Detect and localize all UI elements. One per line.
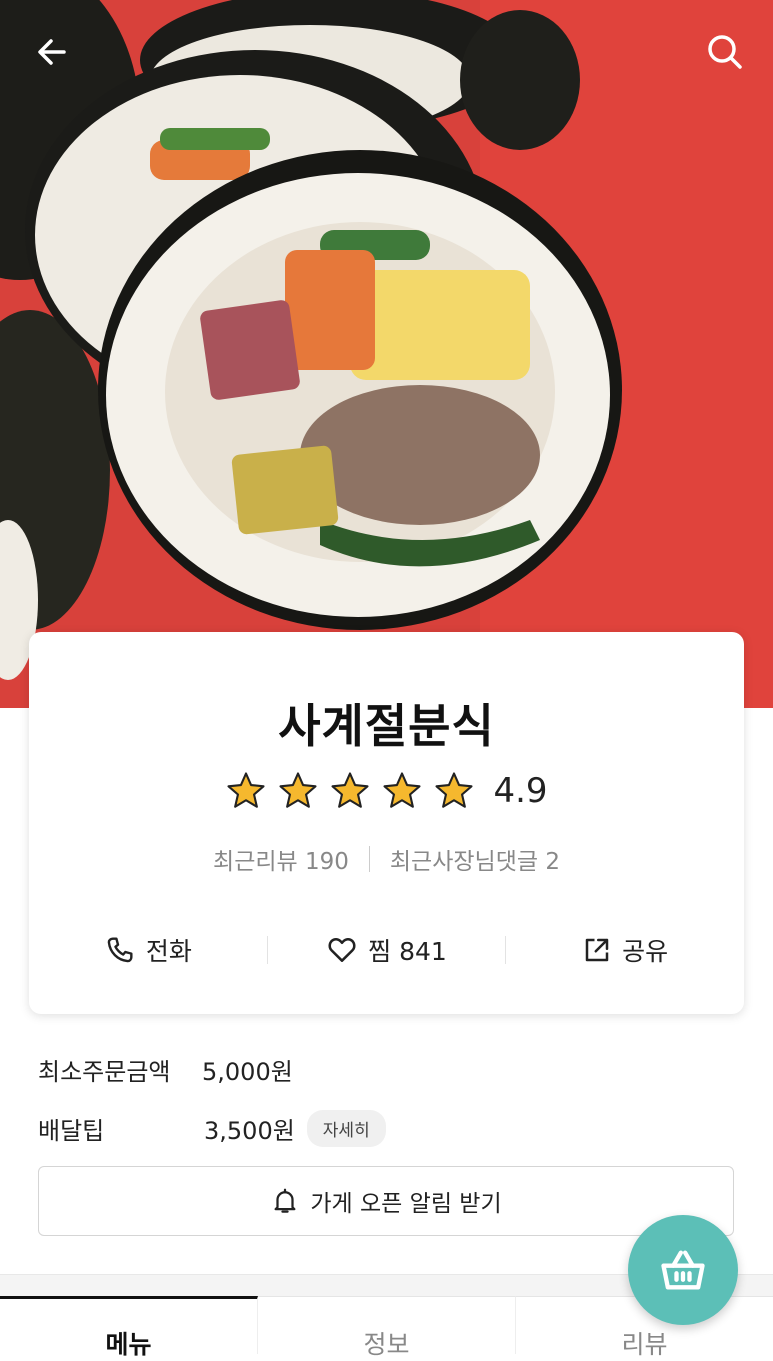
call-label: 전화	[145, 937, 192, 966]
recent-reviews-link[interactable]: 최근리뷰 190	[213, 842, 349, 876]
arrow-left-icon	[38, 39, 66, 65]
star-icon	[383, 772, 422, 808]
favorite-button[interactable]: 찜 841	[268, 920, 506, 980]
divider	[368, 846, 370, 872]
favorite-count: 841	[399, 937, 447, 966]
delivery-tip-value: 3,500원	[204, 1117, 295, 1145]
back-button[interactable]	[28, 28, 76, 76]
store-info-card: 사계절분식 4.9 최근리뷰 190 최근사장님댓글 2 전화 찜 841 공유	[29, 632, 744, 1014]
favorite-label: 찜 841	[368, 937, 447, 966]
star-icon	[435, 772, 474, 808]
cart-button[interactable]	[628, 1215, 738, 1325]
gimbap-photo	[0, 0, 773, 708]
shopping-basket-icon	[661, 1250, 705, 1290]
star-icon	[227, 772, 266, 808]
delivery-tip-label: 배달팁	[38, 1117, 105, 1145]
notify-label: 가게 오픈 알림 받기	[310, 1191, 502, 1217]
tab-menu[interactable]: 메뉴	[0, 1296, 258, 1359]
min-order-label: 최소주문금액	[38, 1058, 171, 1086]
phone-icon	[107, 937, 133, 963]
call-button[interactable]: 전화	[29, 920, 267, 980]
share-icon	[585, 938, 609, 962]
store-name: 사계절분식	[278, 699, 495, 753]
search-button[interactable]	[701, 28, 749, 76]
star-icon	[279, 772, 318, 808]
review-stats: 최근리뷰 190 최근사장님댓글 2	[29, 842, 744, 876]
min-order-row: 최소주문금액 5,000원	[38, 1052, 293, 1087]
rating-value: 4.9	[493, 771, 548, 811]
share-label: 공유	[622, 937, 669, 966]
share-button[interactable]: 공유	[506, 920, 744, 980]
bell-icon	[274, 1188, 296, 1213]
tab-info[interactable]: 정보	[258, 1296, 516, 1359]
rating-row: 4.9	[29, 770, 744, 812]
star-icon	[331, 772, 370, 808]
min-order-value: 5,000원	[202, 1058, 293, 1086]
store-hero-image	[0, 0, 773, 708]
delivery-tip-row: 배달팁 3,500원 자세히	[38, 1110, 386, 1147]
heart-icon	[328, 937, 356, 962]
store-open-notify-button[interactable]: 가게 오픈 알림 받기	[38, 1166, 734, 1236]
delivery-tip-detail-button[interactable]: 자세히	[306, 1110, 386, 1147]
search-icon	[708, 35, 742, 69]
action-row: 전화 찜 841 공유	[29, 920, 744, 980]
recent-owner-comments-link[interactable]: 최근사장님댓글 2	[390, 842, 560, 876]
